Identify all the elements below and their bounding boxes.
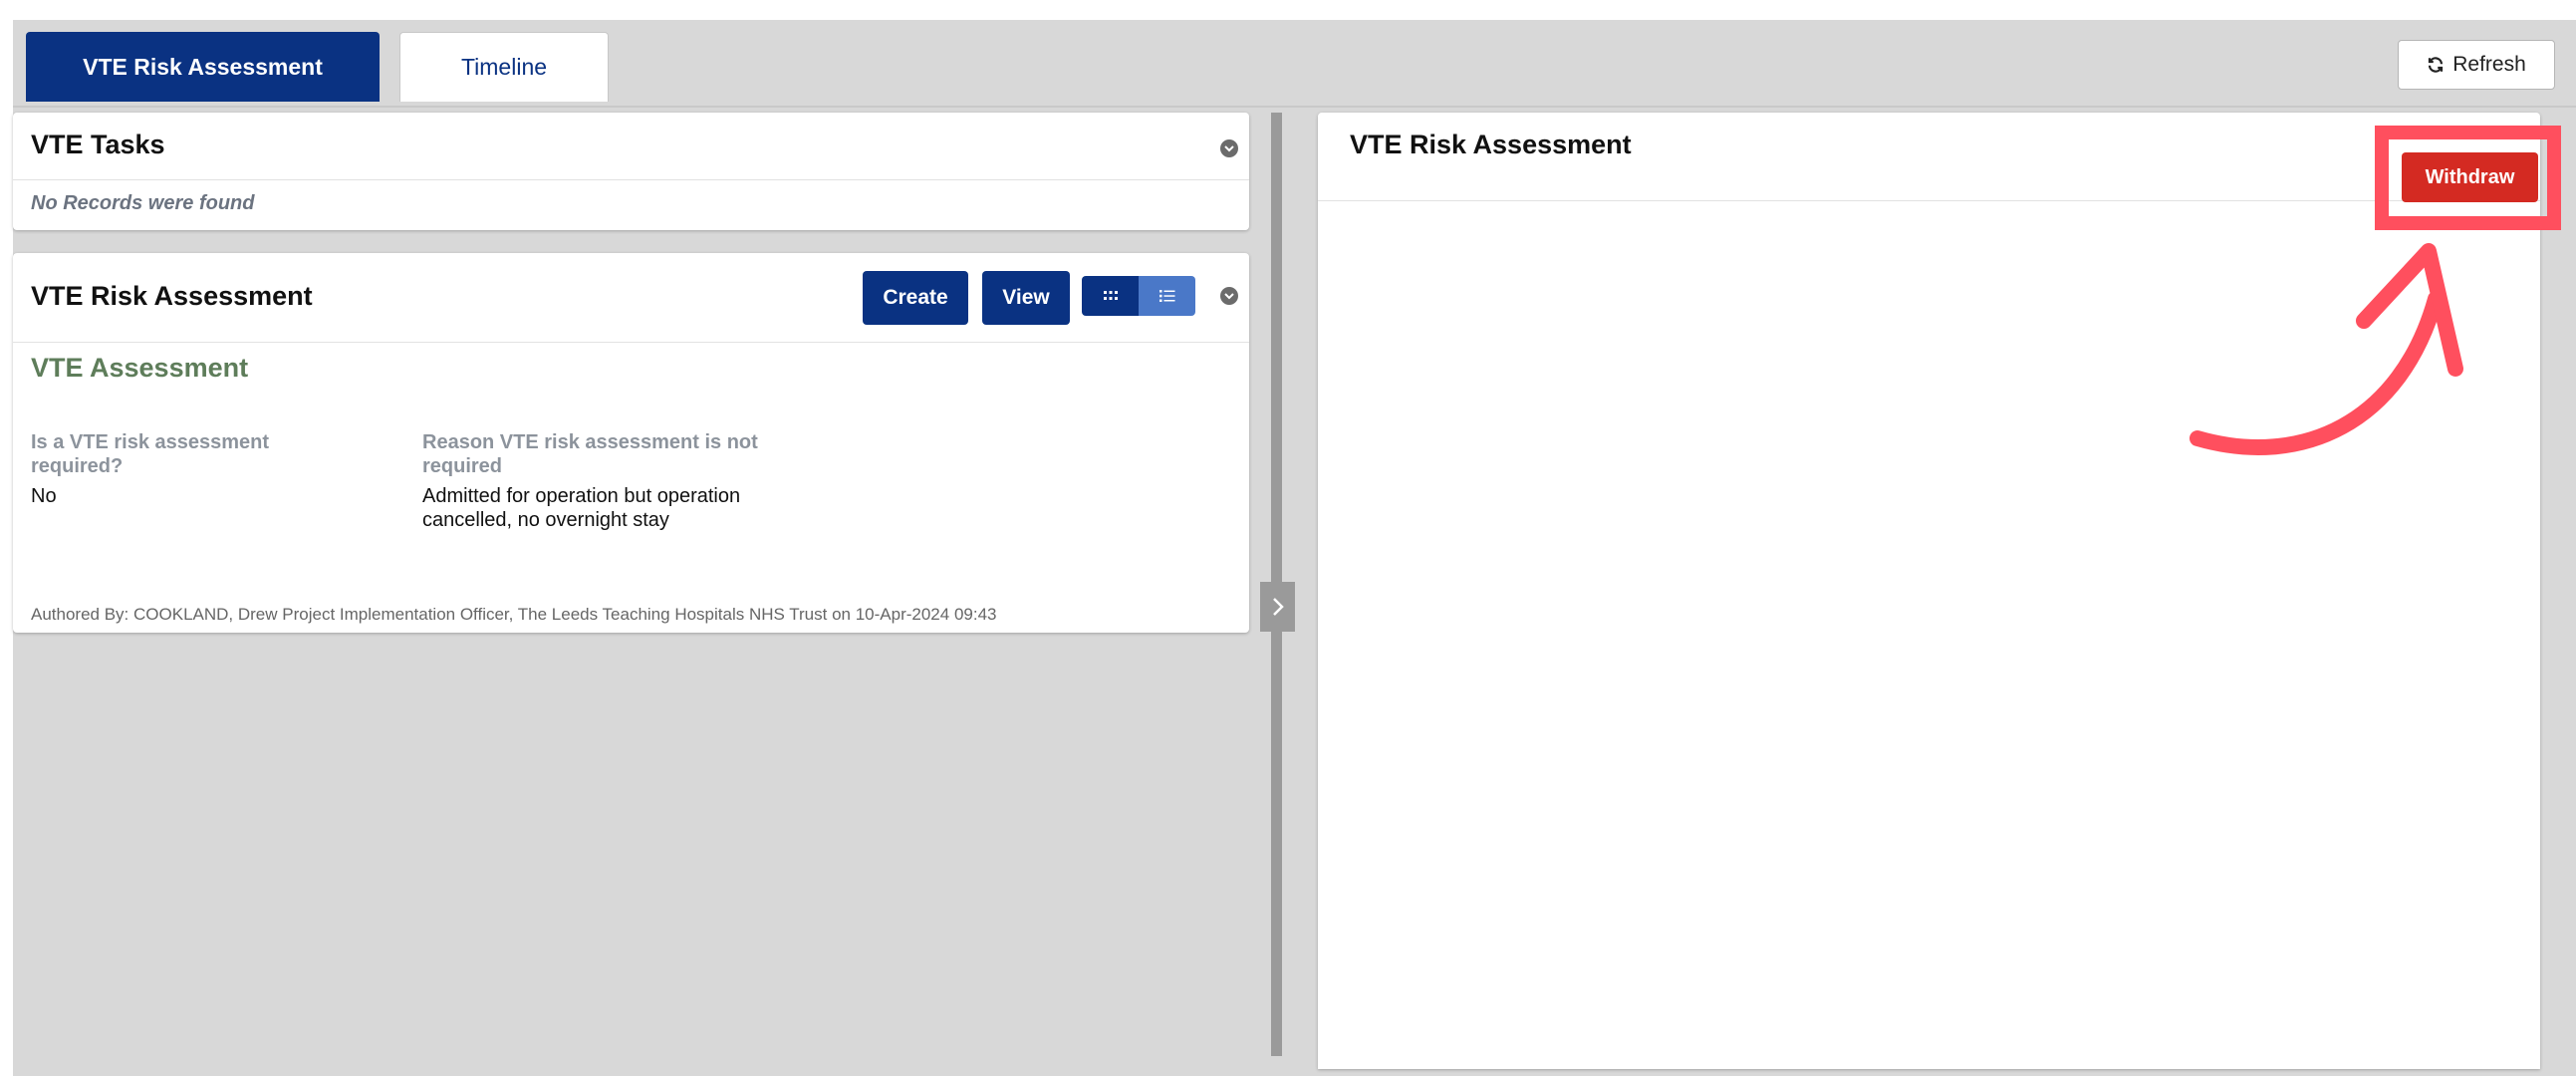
grid-view-icon[interactable] — [1082, 276, 1139, 316]
field-label: Reason VTE risk assessment is not requir… — [422, 431, 758, 477]
refresh-icon — [2429, 57, 2444, 73]
divider — [13, 179, 1249, 180]
vte-risk-assessment-panel: VTE Risk Assessment Create View VTE Asse… — [13, 253, 1249, 633]
panel-title: VTE Risk Assessment — [1350, 130, 1632, 159]
section-title: VTE Assessment — [31, 353, 249, 383]
authored-by: Authored By: COOKLAND, Drew Project Impl… — [31, 605, 997, 624]
annotation-arrow-icon — [2190, 243, 2463, 455]
empty-message: No Records were found — [31, 192, 255, 214]
view-button[interactable]: View — [982, 271, 1070, 325]
chevron-down-icon[interactable] — [1220, 139, 1238, 157]
view-mode-toggle — [1082, 276, 1195, 316]
chevron-down-icon[interactable] — [1220, 287, 1238, 305]
annotation-highlight-box — [2375, 126, 2561, 230]
divider — [13, 342, 1249, 343]
panel-title: VTE Tasks — [31, 130, 165, 159]
divider — [1318, 200, 2540, 201]
list-view-icon[interactable] — [1139, 276, 1195, 316]
expand-panel-button[interactable] — [1260, 582, 1295, 632]
refresh-button[interactable]: Refresh — [2398, 40, 2555, 90]
tab-bar: VTE Risk Assessment Timeline Refresh — [13, 20, 2576, 108]
field-value: No — [31, 485, 57, 507]
create-button[interactable]: Create — [863, 271, 968, 325]
panel-title: VTE Risk Assessment — [31, 281, 313, 311]
field-value: Admitted for operation but operation can… — [422, 485, 741, 531]
vte-tasks-panel: VTE Tasks No Records were found — [13, 113, 1249, 230]
field-label: Is a VTE risk assessment required? — [31, 431, 270, 477]
tab-vte-risk-assessment[interactable]: VTE Risk Assessment — [26, 32, 380, 102]
tab-timeline[interactable]: Timeline — [399, 32, 609, 102]
refresh-label: Refresh — [2452, 53, 2526, 76]
chevron-right-icon — [1272, 598, 1284, 616]
